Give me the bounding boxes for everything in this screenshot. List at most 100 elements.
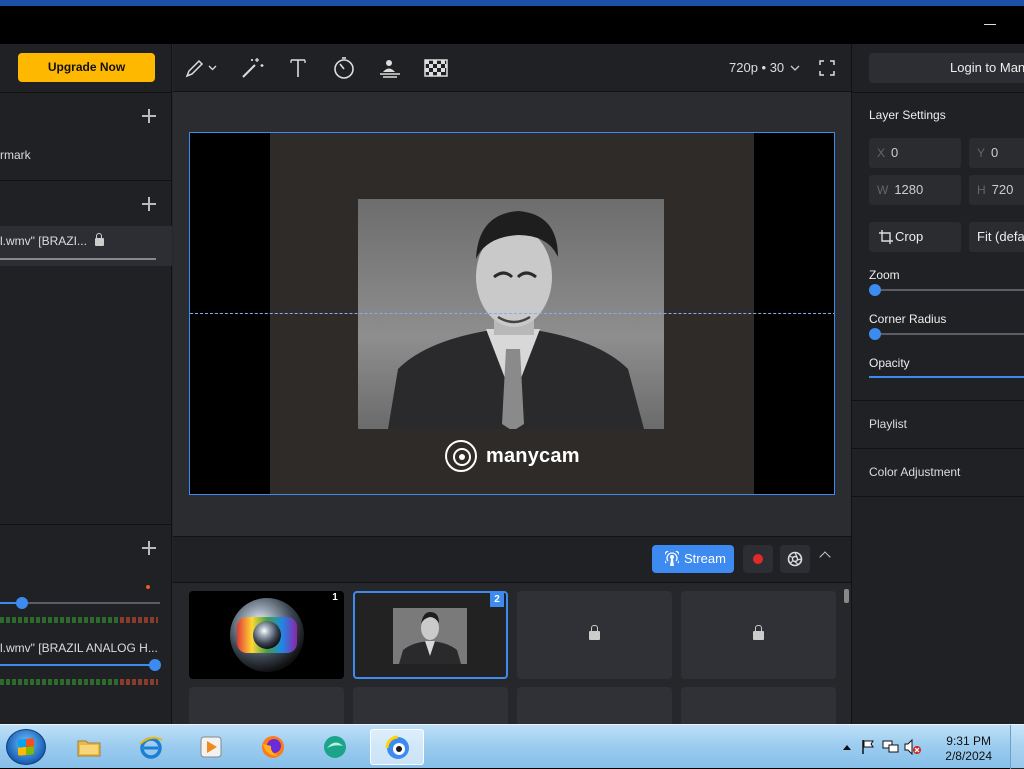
- taskbar-manycam[interactable]: [370, 729, 424, 765]
- divider: [852, 92, 1024, 93]
- zoom-slider-track[interactable]: [869, 289, 1024, 291]
- scene-2[interactable]: 2: [353, 591, 508, 679]
- scene-4-locked[interactable]: [681, 591, 836, 679]
- zoom-slider-handle[interactable]: [869, 284, 881, 296]
- add-icon[interactable]: [142, 541, 156, 555]
- manycam-app-icon: [385, 735, 409, 759]
- color-adjustment-label: Color Adjustment: [869, 465, 961, 479]
- clock[interactable]: 9:31 PM 2/8/2024: [945, 734, 992, 764]
- clock-date: 2/8/2024: [945, 749, 992, 763]
- playlist-label: Playlist: [869, 417, 908, 431]
- x-value: 0: [891, 145, 899, 160]
- stream-button[interactable]: Stream: [652, 545, 734, 573]
- upgrade-now-button[interactable]: Upgrade Now: [18, 53, 155, 82]
- timer-tool-button[interactable]: [331, 56, 357, 80]
- toolbar: 720p • 30: [173, 44, 851, 92]
- scene-3-locked[interactable]: [517, 591, 672, 679]
- taskbar-firefox[interactable]: [246, 729, 300, 765]
- manycam-window: Upgrade Now rmark l.wmv" [BRAZI... l.wmv…: [0, 44, 1024, 724]
- add-icon[interactable]: [142, 109, 156, 123]
- taskbar-app-green[interactable]: [308, 729, 362, 765]
- y-value: 0: [991, 145, 999, 160]
- camera-shutter-icon: [787, 551, 803, 567]
- minimize-icon[interactable]: [984, 16, 998, 30]
- source-volume-handle[interactable]: [149, 659, 161, 671]
- network-icon[interactable]: [882, 739, 900, 755]
- record-button[interactable]: [743, 545, 773, 573]
- taskbar-internet-explorer[interactable]: [124, 729, 178, 765]
- show-hidden-icons-icon[interactable]: [842, 743, 852, 751]
- chevron-up-icon[interactable]: [819, 551, 831, 563]
- broadcast-icon: [665, 551, 679, 566]
- w-value: 1280: [894, 182, 924, 197]
- volume-slider-handle[interactable]: [16, 597, 28, 609]
- playlist-section[interactable]: Playlist: [852, 400, 1024, 448]
- lower-thirds-icon: [380, 60, 400, 78]
- left-selected-layer[interactable]: l.wmv" [BRAZI...: [0, 226, 172, 266]
- crop-label: Crop: [895, 229, 924, 244]
- source-volume-slider[interactable]: [0, 664, 155, 666]
- green-app-icon: [324, 736, 346, 758]
- draw-tool-button[interactable]: [183, 56, 219, 80]
- fit-default-button[interactable]: Fit (defau: [969, 222, 1024, 252]
- resolution-selector[interactable]: 720p • 30: [729, 60, 800, 75]
- volume-muted-icon[interactable]: [904, 739, 922, 755]
- center-guide-line: [190, 313, 834, 314]
- opacity-slider[interactable]: [869, 376, 1024, 378]
- scene-number: 2: [490, 593, 504, 607]
- scene-1[interactable]: 1: [189, 591, 344, 679]
- start-button[interactable]: [6, 729, 46, 765]
- fullscreen-icon: [819, 60, 835, 76]
- login-button[interactable]: Login to Many: [869, 53, 1024, 83]
- fullscreen-button[interactable]: [819, 60, 835, 76]
- chevron-down-icon: [790, 65, 800, 71]
- clock-time: 9:31 PM: [946, 734, 991, 748]
- right-panel: Login to Many Layer Settings X0 Y0 W 1280…: [851, 44, 1024, 724]
- x-position-field[interactable]: X0: [869, 138, 961, 168]
- resolution-value: 720p • 30: [729, 60, 785, 75]
- watermark-text: manycam: [486, 444, 580, 467]
- stream-label: Stream: [684, 551, 726, 566]
- snapshot-button[interactable]: [780, 545, 810, 573]
- text-tool-button[interactable]: [285, 56, 311, 80]
- lock-icon: [94, 232, 104, 246]
- show-desktop-button[interactable]: [1010, 725, 1024, 769]
- audio-meter: [0, 679, 158, 685]
- scene-5[interactable]: [189, 687, 344, 724]
- layer-settings-title: Layer Settings: [869, 108, 946, 122]
- x-label: X: [877, 146, 886, 160]
- corner-radius-slider-track[interactable]: [869, 333, 1024, 335]
- add-icon[interactable]: [142, 197, 156, 211]
- lock-icon: [589, 625, 600, 640]
- zoom-label: Zoom: [869, 268, 900, 282]
- height-field[interactable]: H 720: [969, 175, 1024, 205]
- chroma-key-tool-button[interactable]: [423, 56, 449, 80]
- lock-icon: [753, 625, 764, 640]
- main-preview[interactable]: manycam: [189, 132, 835, 495]
- color-adjustment-section[interactable]: Color Adjustment: [852, 448, 1024, 496]
- width-field[interactable]: W 1280: [869, 175, 961, 205]
- text-icon: [290, 59, 306, 77]
- y-position-field[interactable]: Y0: [969, 138, 1024, 168]
- taskbar-media-player[interactable]: [184, 729, 238, 765]
- lower-thirds-tool-button[interactable]: [377, 56, 403, 80]
- scenes-scrollbar[interactable]: [844, 589, 849, 603]
- crop-button[interactable]: Crop: [869, 222, 961, 252]
- scene-7[interactable]: [517, 687, 672, 724]
- opacity-label: Opacity: [869, 356, 910, 370]
- video-image: [358, 199, 664, 431]
- left-section-1-item[interactable]: rmark: [0, 148, 31, 162]
- left-section-3: l.wmv" [BRAZIL ANALOG H...: [0, 524, 172, 724]
- firefox-icon: [262, 736, 284, 758]
- scene-8[interactable]: [681, 687, 836, 724]
- scene-6[interactable]: [353, 687, 508, 724]
- action-center-flag-icon[interactable]: [860, 739, 876, 755]
- left-panel: Upgrade Now rmark l.wmv" [BRAZI... l.wmv…: [0, 44, 172, 724]
- taskbar-explorer[interactable]: [62, 729, 116, 765]
- news-anchor-thumbnail: [399, 612, 461, 664]
- layer-name: l.wmv" [BRAZI...: [0, 234, 87, 248]
- scene-number: 1: [328, 591, 342, 605]
- left-section-1: rmark: [0, 92, 172, 180]
- corner-radius-slider-handle[interactable]: [869, 328, 881, 340]
- effects-tool-button[interactable]: [240, 56, 266, 80]
